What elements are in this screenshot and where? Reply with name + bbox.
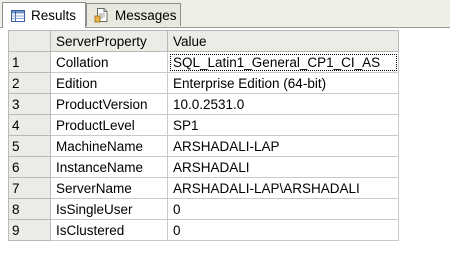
grid-icon: [10, 8, 26, 24]
results-grid: ServerProperty Value 1 Collation SQL_Lat…: [8, 30, 399, 241]
value-cell[interactable]: Enterprise Edition (64-bit): [167, 72, 399, 94]
row-number[interactable]: 4: [8, 114, 51, 136]
table-row: 3 ProductVersion 10.0.2531.0: [8, 93, 399, 115]
row-number[interactable]: 6: [8, 156, 51, 178]
table-row: 4 ProductLevel SP1: [8, 114, 399, 136]
value-cell[interactable]: SP1: [167, 114, 399, 136]
table-row: 5 MachineName ARSHADALI-LAP: [8, 135, 399, 157]
tab-messages[interactable]: Messages: [86, 3, 181, 26]
row-number[interactable]: 5: [8, 135, 51, 157]
property-cell[interactable]: InstanceName: [50, 156, 168, 178]
column-header-serverproperty[interactable]: ServerProperty: [50, 30, 168, 52]
property-cell[interactable]: Collation: [50, 51, 168, 73]
row-number[interactable]: 1: [8, 51, 51, 73]
column-header-value[interactable]: Value: [167, 30, 399, 52]
row-number[interactable]: 3: [8, 93, 51, 115]
row-number[interactable]: 8: [8, 198, 51, 220]
property-cell[interactable]: IsSingleUser: [50, 198, 168, 220]
grid-corner-cell[interactable]: [8, 30, 51, 52]
results-tab-strip: Results Messages: [0, 0, 450, 28]
value-cell[interactable]: 0: [167, 219, 399, 241]
value-cell[interactable]: ARSHADALI-LAP: [167, 135, 399, 157]
property-cell[interactable]: IsClustered: [50, 219, 168, 241]
property-cell[interactable]: Edition: [50, 72, 168, 94]
property-cell[interactable]: ServerName: [50, 177, 168, 199]
table-row: 7 ServerName ARSHADALI-LAP\ARSHADALI: [8, 177, 399, 199]
results-grid-pane: ServerProperty Value 1 Collation SQL_Lat…: [0, 28, 450, 259]
value-cell[interactable]: ARSHADALI-LAP\ARSHADALI: [167, 177, 399, 199]
table-row: 1 Collation SQL_Latin1_General_CP1_CI_AS: [8, 51, 399, 73]
value-cell[interactable]: 10.0.2531.0: [167, 93, 399, 115]
value-cell[interactable]: ARSHADALI: [167, 156, 399, 178]
tab-results[interactable]: Results: [2, 2, 86, 28]
row-number[interactable]: 9: [8, 219, 51, 241]
tab-results-label: Results: [31, 8, 77, 23]
table-row: 2 Edition Enterprise Edition (64-bit): [8, 72, 399, 94]
value-cell[interactable]: SQL_Latin1_General_CP1_CI_AS: [167, 51, 399, 73]
table-row: 8 IsSingleUser 0: [8, 198, 399, 220]
tab-messages-label: Messages: [115, 7, 177, 23]
property-cell[interactable]: ProductVersion: [50, 93, 168, 115]
row-number[interactable]: 7: [8, 177, 51, 199]
document-icon: [94, 7, 110, 23]
grid-header-row: ServerProperty Value: [8, 30, 399, 52]
table-row: 9 IsClustered 0: [8, 219, 399, 241]
value-cell[interactable]: 0: [167, 198, 399, 220]
row-number[interactable]: 2: [8, 72, 51, 94]
property-cell[interactable]: MachineName: [50, 135, 168, 157]
table-row: 6 InstanceName ARSHADALI: [8, 156, 399, 178]
property-cell[interactable]: ProductLevel: [50, 114, 168, 136]
